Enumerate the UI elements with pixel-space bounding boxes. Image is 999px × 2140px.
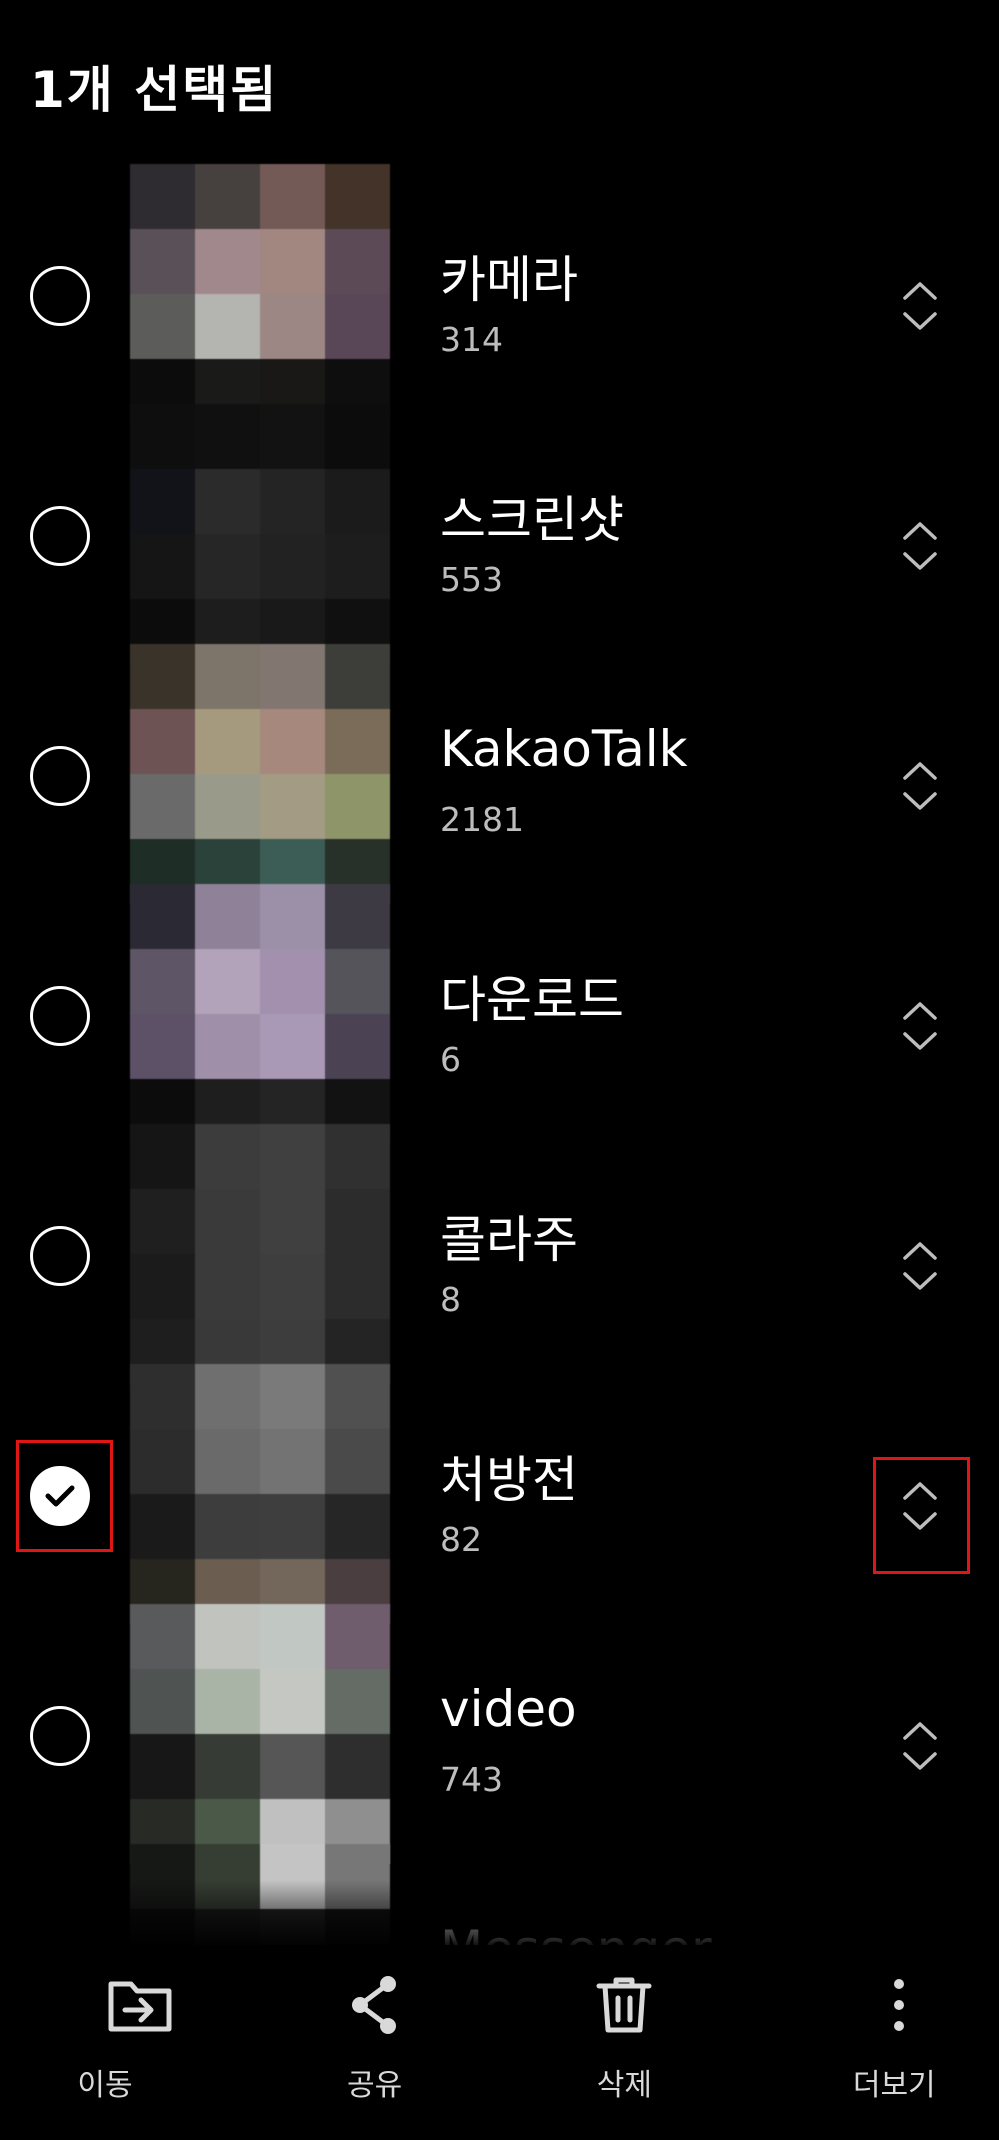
album-row[interactable]: 처방전 82 bbox=[0, 1364, 999, 1624]
more-label: 더보기 bbox=[852, 2068, 936, 2103]
album-count: 82 bbox=[440, 1520, 482, 1559]
reorder-handle-icon[interactable] bbox=[900, 996, 940, 1056]
album-thumbnail bbox=[130, 644, 390, 904]
album-thumbnail bbox=[130, 884, 390, 1144]
reorder-handle-icon[interactable] bbox=[900, 516, 940, 576]
list-fade bbox=[0, 1880, 999, 1950]
share-label: 공유 bbox=[347, 2068, 403, 2103]
album-count: 6 bbox=[440, 1040, 461, 1079]
delete-label: 삭제 bbox=[596, 2068, 652, 2103]
album-name: 처방전 bbox=[440, 1451, 578, 1509]
album-row[interactable]: 카메라 314 bbox=[0, 164, 999, 424]
reorder-handle-icon[interactable] bbox=[900, 276, 940, 336]
album-thumbnail bbox=[130, 1604, 390, 1864]
checkbox[interactable] bbox=[30, 506, 90, 566]
album-row[interactable]: 다운로드 6 bbox=[0, 884, 999, 1144]
page-title: 1개 선택됨 bbox=[30, 61, 279, 119]
album-name: video bbox=[440, 1680, 577, 1738]
bottom-action-bar: 이동 공유 삭제 더보기 bbox=[0, 1945, 999, 2140]
album-name: 스크린샷 bbox=[440, 491, 624, 549]
album-list: 카메라 314 스크린샷 553 KakaoTalk 2181 다운로드 6 콜라주 8 … bbox=[0, 0, 999, 1945]
album-thumbnail bbox=[130, 164, 390, 424]
reorder-handle-icon[interactable] bbox=[900, 1236, 940, 1296]
share-icon bbox=[351, 1976, 396, 2034]
album-thumbnail bbox=[130, 404, 390, 664]
trash-icon bbox=[596, 1977, 652, 2033]
checkbox[interactable] bbox=[30, 986, 90, 1046]
album-count: 8 bbox=[440, 1280, 461, 1319]
album-name: 카메라 bbox=[440, 251, 578, 309]
delete-button[interactable]: 삭제 bbox=[500, 1945, 750, 2140]
album-name: 콜라주 bbox=[440, 1211, 578, 1269]
checkbox[interactable] bbox=[30, 266, 90, 326]
album-thumbnail bbox=[130, 1124, 390, 1384]
more-vertical-icon bbox=[894, 1979, 905, 2031]
checkbox[interactable] bbox=[30, 1226, 90, 1286]
reorder-handle-icon[interactable] bbox=[900, 1716, 940, 1776]
share-button[interactable]: 공유 bbox=[250, 1945, 500, 2140]
album-row[interactable]: video 743 bbox=[0, 1604, 999, 1864]
check-icon bbox=[45, 1485, 75, 1507]
album-row[interactable]: 콜라주 8 bbox=[0, 1124, 999, 1384]
album-count: 743 bbox=[440, 1760, 503, 1799]
checkbox-checked[interactable] bbox=[30, 1466, 90, 1526]
reorder-handle-icon[interactable] bbox=[900, 756, 940, 816]
album-count: 314 bbox=[440, 320, 503, 359]
more-button[interactable]: 더보기 bbox=[749, 1945, 999, 2140]
album-count: 553 bbox=[440, 560, 503, 599]
checkbox[interactable] bbox=[30, 1706, 90, 1766]
album-name: 다운로드 bbox=[440, 971, 624, 1029]
album-row[interactable]: 스크린샷 553 bbox=[0, 404, 999, 664]
checkbox[interactable] bbox=[30, 746, 90, 806]
reorder-handle-icon[interactable] bbox=[900, 1476, 940, 1536]
album-thumbnail bbox=[130, 1364, 390, 1624]
album-row[interactable]: KakaoTalk 2181 bbox=[0, 644, 999, 904]
move-label: 이동 bbox=[77, 2068, 133, 2103]
album-name: KakaoTalk bbox=[440, 720, 688, 778]
album-count: 2181 bbox=[440, 800, 524, 839]
move-button[interactable]: 이동 bbox=[0, 1945, 250, 2140]
move-folder-icon bbox=[108, 1981, 172, 2032]
